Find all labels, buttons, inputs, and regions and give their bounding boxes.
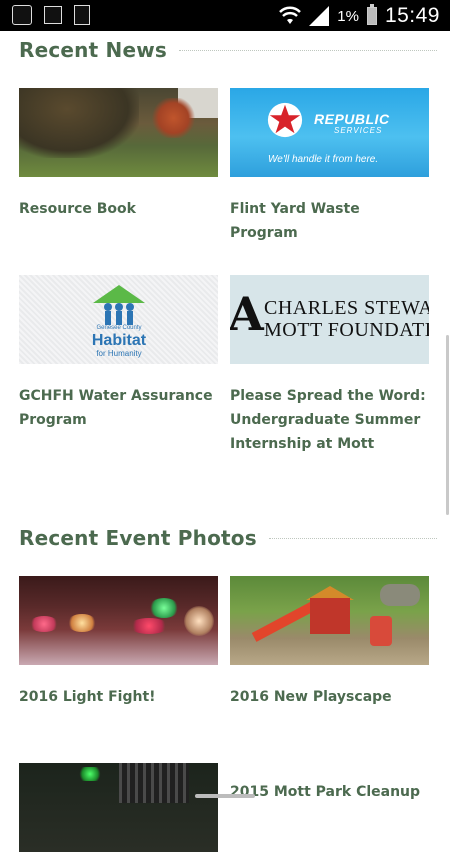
battery-icon [366,4,377,25]
night-park-photo[interactable] [19,763,218,852]
home-indicator [195,794,255,798]
news-card-title[interactable]: Flint Yard Waste Program [230,197,429,245]
recent-event-photos-title: Recent Event Photos [19,526,257,550]
clipboard-icon [74,5,90,25]
news-card[interactable]: A CHARLES STEWA MOTT FOUNDATI Please Spr… [230,275,429,456]
holiday-lights-photo[interactable] [19,576,218,665]
logo-tagline: We'll handle it from here. [268,154,379,165]
clock: 15:49 [384,4,440,27]
habitat-for-humanity-logo[interactable]: Genesee County Habitat for Humanity [19,275,218,364]
heading-divider [179,49,437,51]
wifi-icon [279,6,302,24]
news-card[interactable]: Resource Book [19,88,218,221]
logo-small-text: Genesee County [96,325,142,331]
republic-services-logo[interactable]: REPUBLIC SERVICES We'll handle it from h… [230,88,429,177]
status-bar: 1% 15:49 [0,0,450,31]
news-card-title[interactable]: GCHFH Water Assurance Program [19,384,218,432]
playground-photo[interactable] [230,576,429,665]
mott-mark-icon: A [230,287,264,341]
autumn-park-photo[interactable] [19,88,218,177]
signal-icon [309,6,330,26]
logo-subtext: for Humanity [96,349,142,358]
logo-line-2: MOTT FOUNDATI [264,319,429,341]
event-photo-card[interactable] [19,763,218,852]
habitat-house-icon [93,285,145,325]
recent-news-heading: Recent News [19,38,437,62]
gallery-icon [44,6,62,24]
app-icon [12,5,32,25]
recent-news-title: Recent News [19,38,168,62]
logo-text: Habitat [91,332,147,349]
news-card[interactable]: REPUBLIC SERVICES We'll handle it from h… [230,88,429,245]
logo-subtext: SERVICES [334,126,383,135]
republic-star-icon [267,102,303,138]
news-card-title[interactable]: Please Spread the Word: Undergraduate Su… [230,384,429,456]
news-card-title[interactable]: Resource Book [19,197,218,221]
heading-divider [268,537,437,539]
event-photo-card[interactable]: 2015 Mott Park Cleanup [230,763,429,804]
event-card-title[interactable]: 2015 Mott Park Cleanup [230,780,429,804]
event-card-title[interactable]: 2016 Light Fight! [19,685,218,709]
mott-foundation-logo[interactable]: A CHARLES STEWA MOTT FOUNDATI [230,275,429,364]
event-photo-card[interactable]: 2016 Light Fight! [19,576,218,709]
logo-line-1: CHARLES STEWA [264,297,429,319]
logo-text: REPUBLIC [314,111,390,127]
battery-percent: 1% [337,7,359,25]
scrollbar[interactable] [446,335,449,515]
recent-event-photos-heading: Recent Event Photos [19,526,437,550]
news-card[interactable]: Genesee County Habitat for Humanity GCHF… [19,275,218,432]
event-card-title[interactable]: 2016 New Playscape [230,685,429,709]
event-photo-card[interactable]: 2016 New Playscape [230,576,429,709]
